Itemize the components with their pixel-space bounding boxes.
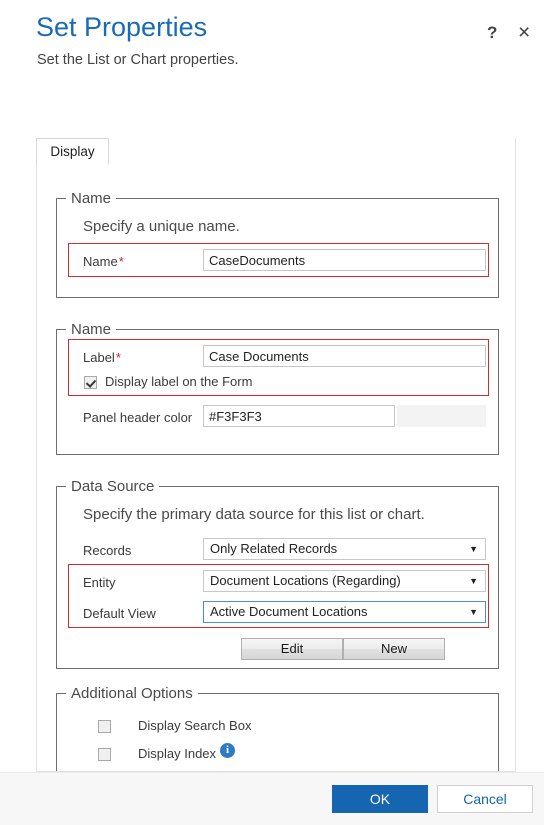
panel-header-color-label: Panel header color <box>83 410 193 425</box>
name-field-label: Name* <box>83 254 124 269</box>
display-search-box-label: Display Search Box <box>138 718 252 733</box>
records-dropdown-value: Only Related Records <box>210 541 338 556</box>
label-field-label-text: Label <box>83 350 115 365</box>
properties-scroll-panel[interactable]: Name Specify a unique name. Name* Name L… <box>36 138 516 772</box>
section-data-source: Data Source Specify the primary data sou… <box>56 478 499 669</box>
dialog-header: Set Properties Set the List or Chart pro… <box>0 0 544 120</box>
records-label: Records <box>83 543 132 558</box>
edit-button[interactable]: Edit <box>241 638 343 660</box>
cancel-button[interactable]: Cancel <box>437 785 533 813</box>
entity-dropdown[interactable]: Document Locations (Regarding) ▼ <box>203 570 486 592</box>
chevron-down-icon: ▼ <box>469 544 478 554</box>
page-subtitle: Set the List or Chart properties. <box>37 52 239 68</box>
name-required-indicator: * <box>118 254 124 269</box>
section-unique-name-legend: Name <box>66 190 117 207</box>
chevron-down-icon: ▼ <box>469 576 478 586</box>
entity-dropdown-value: Document Locations (Regarding) <box>210 573 401 588</box>
panel-header-color-input[interactable] <box>203 405 395 427</box>
display-search-box-checkbox[interactable] <box>98 720 111 733</box>
new-button[interactable]: New <box>343 638 445 660</box>
section-data-source-legend: Data Source <box>66 478 160 495</box>
default-view-label: Default View <box>83 606 156 621</box>
scroll-content: Name Specify a unique name. Name* Name L… <box>37 165 515 771</box>
label-field-label: Label* <box>83 350 121 365</box>
default-view-dropdown-value: Active Document Locations <box>210 604 368 619</box>
section-label-name-legend: Name <box>66 321 117 338</box>
label-input[interactable] <box>203 345 486 367</box>
name-field-label-text: Name <box>83 254 118 269</box>
section-label-name: Name Label* Display label on the Form Pa… <box>56 321 499 455</box>
chevron-down-icon: ▼ <box>469 607 478 617</box>
section-additional-options: Additional Options Display Search Box Di… <box>56 685 499 771</box>
display-index-checkbox[interactable] <box>98 748 111 761</box>
default-view-dropdown[interactable]: Active Document Locations ▼ <box>203 601 486 623</box>
help-icon[interactable]: ? <box>487 24 497 41</box>
panel-header-color-swatch[interactable] <box>397 405 486 427</box>
dialog-footer: OK Cancel <box>0 772 544 825</box>
name-input[interactable] <box>203 249 486 271</box>
records-dropdown[interactable]: Only Related Records ▼ <box>203 538 486 560</box>
section-unique-name-hint: Specify a unique name. <box>83 218 240 235</box>
page-title: Set Properties <box>36 12 208 42</box>
display-label-on-form-checkbox[interactable] <box>84 376 97 389</box>
label-required-indicator: * <box>115 350 121 365</box>
entity-label: Entity <box>83 575 116 590</box>
display-index-label: Display Index <box>138 746 217 761</box>
display-label-on-form-label: Display label on the Form <box>105 374 253 389</box>
ok-button[interactable]: OK <box>332 785 428 813</box>
tab-display[interactable]: Display <box>36 138 109 165</box>
section-additional-options-legend: Additional Options <box>66 685 198 702</box>
info-icon[interactable]: i <box>220 743 235 758</box>
section-unique-name: Name Specify a unique name. Name* <box>56 190 499 298</box>
section-data-source-hint: Specify the primary data source for this… <box>83 506 425 523</box>
close-icon[interactable]: × <box>518 22 530 43</box>
